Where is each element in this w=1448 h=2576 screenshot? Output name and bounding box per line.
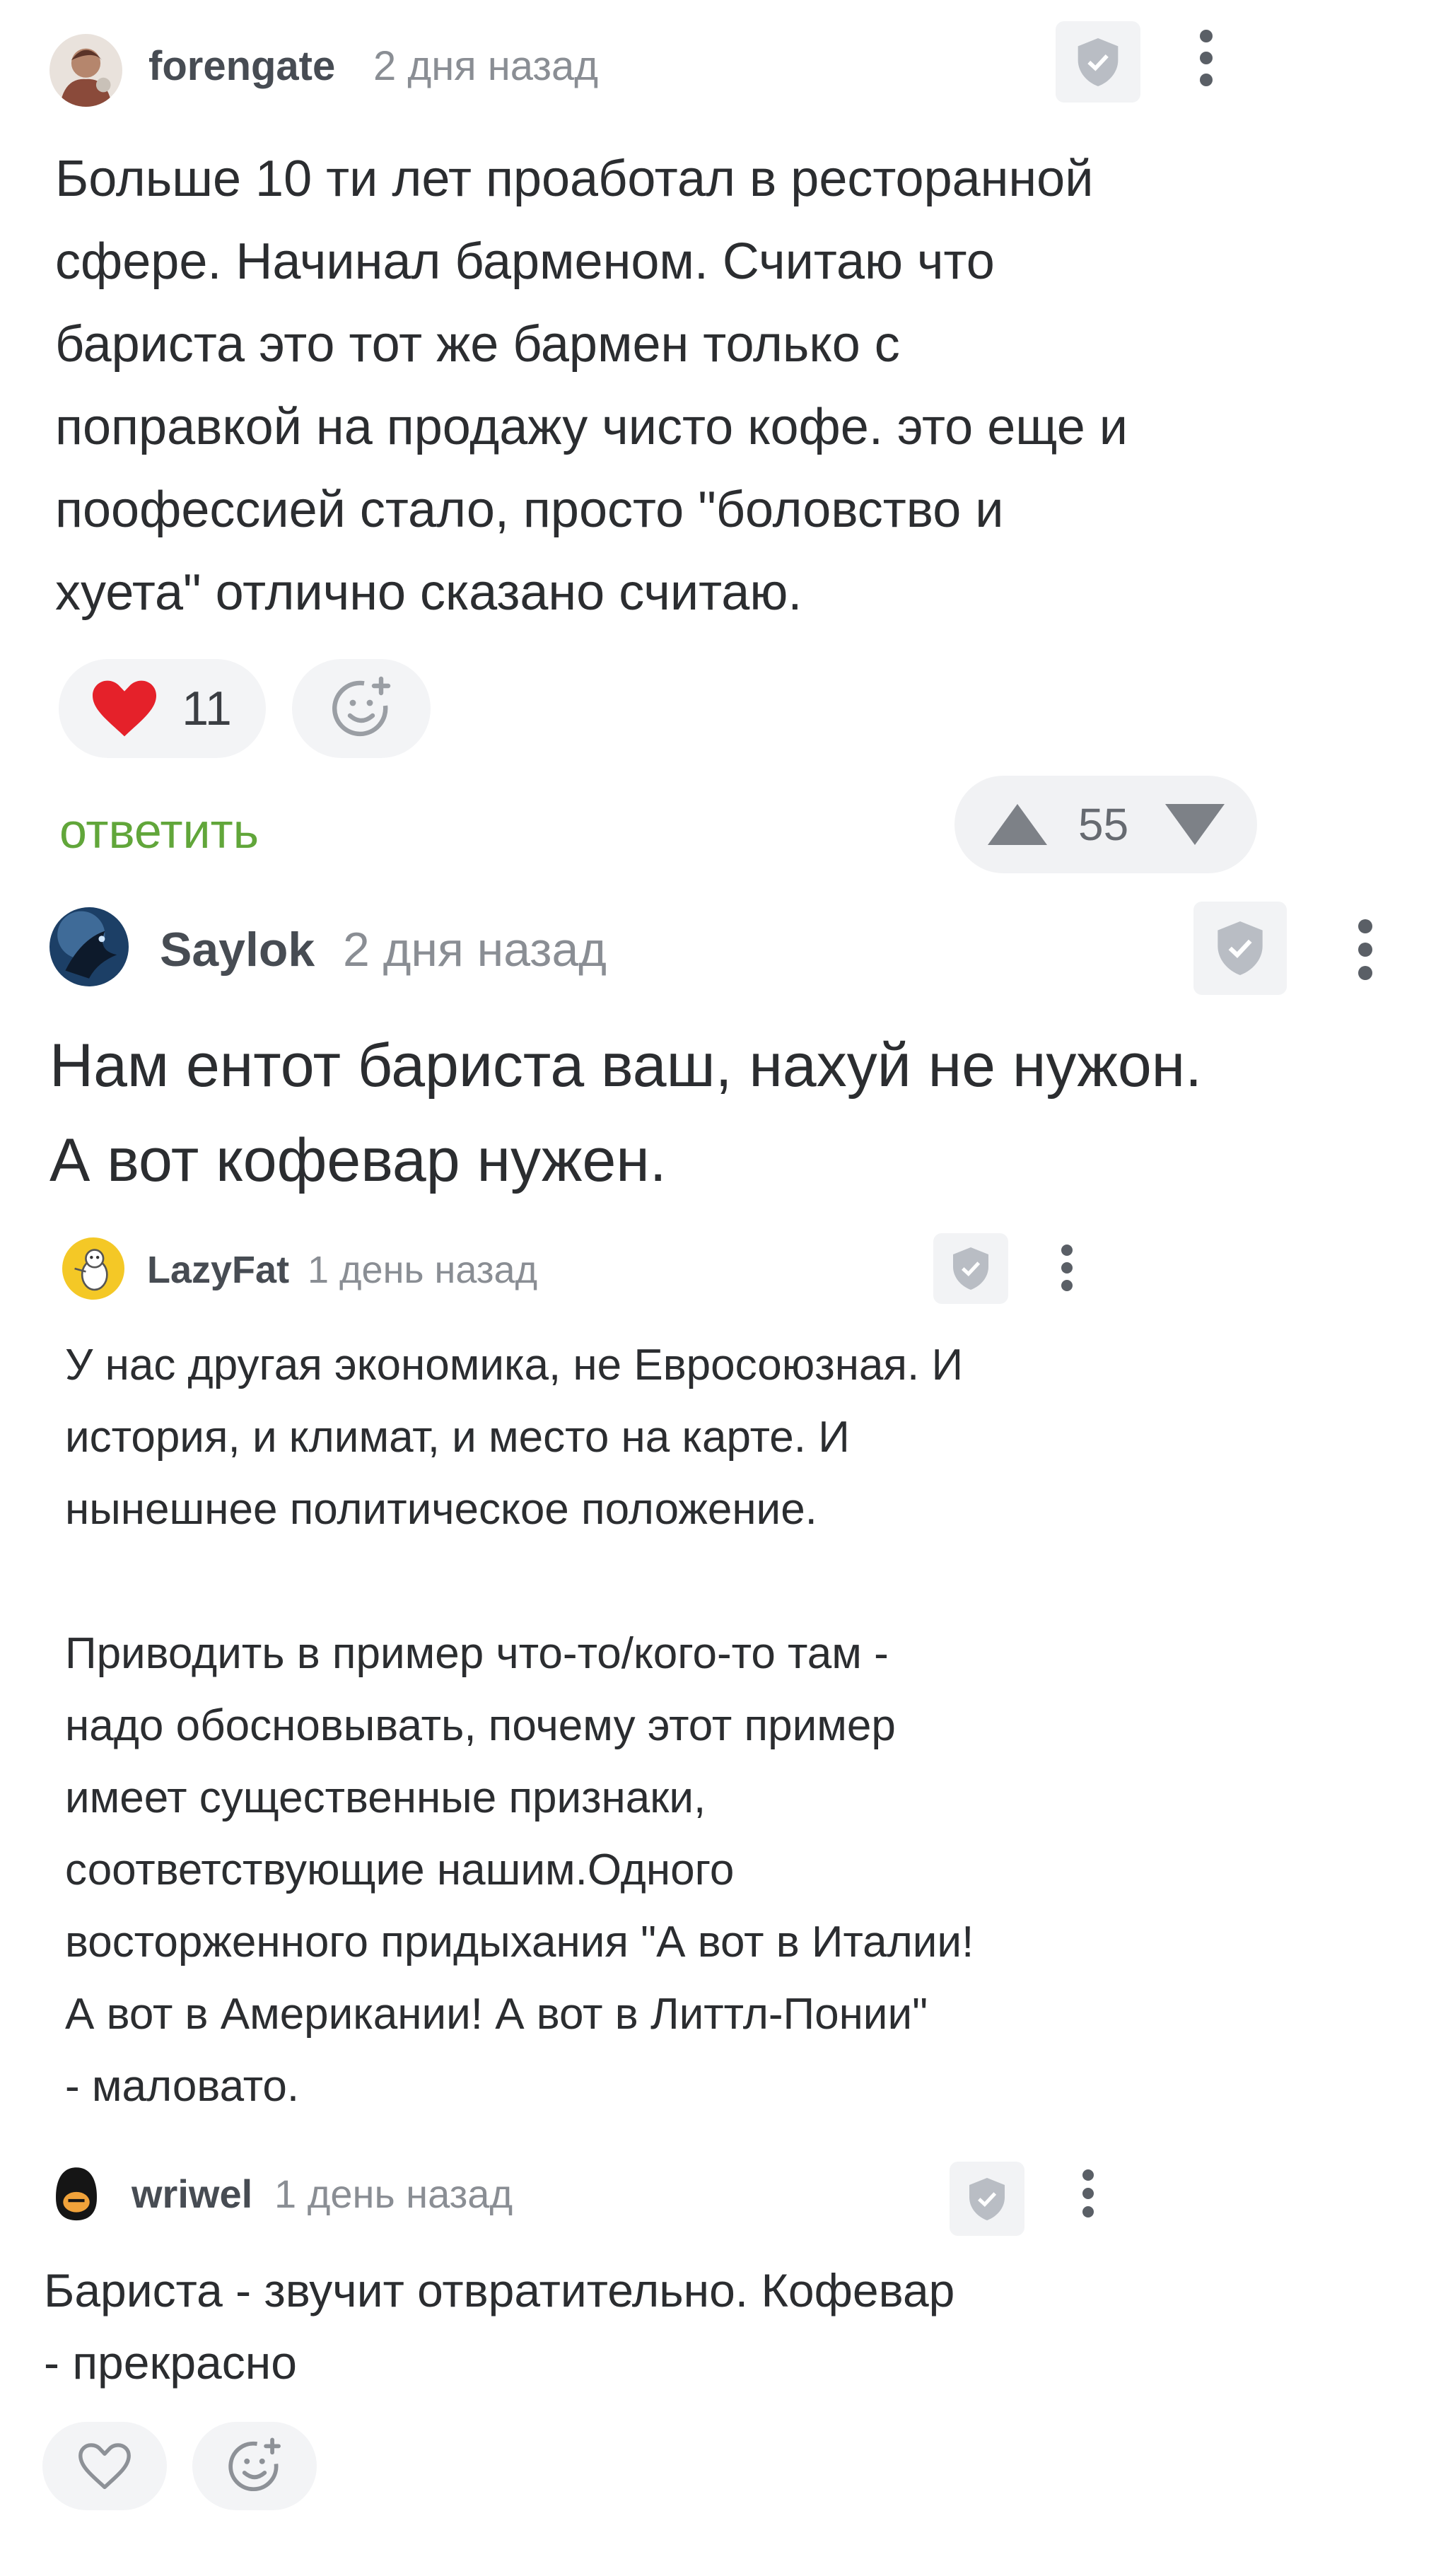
like-button[interactable]: 11 [59,659,266,758]
arrow-down-icon[interactable] [1165,804,1225,845]
timestamp: 2 дня назад [373,43,599,89]
moderation-shield-button[interactable] [1056,21,1140,103]
comment-text: Больше 10 ти лет проаботал в ресторанной… [55,151,1128,621]
add-reaction-button[interactable] [292,659,431,758]
timestamp: 2 дня назад [343,923,607,977]
avatar[interactable] [49,907,129,986]
avatar[interactable] [51,2165,102,2222]
moderation-shield-button[interactable] [950,2162,1024,2236]
more-vertical-icon [1358,919,1372,933]
add-reaction-button[interactable] [192,2422,317,2510]
rating-widget: 55 [954,776,1257,873]
more-vertical-icon [1061,1245,1073,1256]
avatar[interactable] [62,1237,124,1300]
timestamp: 1 день назад [274,2172,513,2216]
shield-check-icon [953,1247,988,1290]
shield-check-icon [1078,37,1119,86]
rating-count: 55 [1078,799,1129,850]
shield-check-icon [969,2177,1005,2220]
like-button[interactable] [42,2422,167,2510]
username[interactable]: Saylok [160,922,315,977]
more-vertical-icon [1200,30,1213,42]
more-vertical-icon [1082,2169,1094,2181]
comment-text: Бариста - звучит отвратительно. Кофевар … [44,2264,955,2389]
username[interactable]: wriwel [132,2171,252,2217]
timestamp: 1 день назад [308,1249,538,1291]
more-options-button[interactable] [1061,1245,1073,1291]
username[interactable]: forengate [148,42,335,90]
username[interactable]: LazyFat [147,1248,289,1292]
like-count: 11 [182,682,232,735]
arrow-up-icon[interactable] [988,804,1047,845]
moderation-shield-button[interactable] [933,1233,1008,1304]
comment-text: У нас другая экономика, не Евросоюзная. … [65,1341,974,2111]
emoji-add-icon [228,2437,281,2491]
more-options-button[interactable] [1358,919,1373,980]
moderation-shield-button[interactable] [1193,902,1287,995]
more-options-button[interactable] [1082,2169,1094,2217]
shield-check-icon [1218,921,1263,975]
avatar[interactable] [49,34,122,107]
emoji-add-icon [332,676,391,737]
comment-text: Нам ентот бариста ваш, нахуй не нужон. А… [49,1032,1203,1194]
heart-filled-icon [93,680,157,737]
reply-link[interactable]: ответить [59,803,259,859]
more-options-button[interactable] [1198,30,1214,86]
heart-outline-icon [78,2442,131,2489]
